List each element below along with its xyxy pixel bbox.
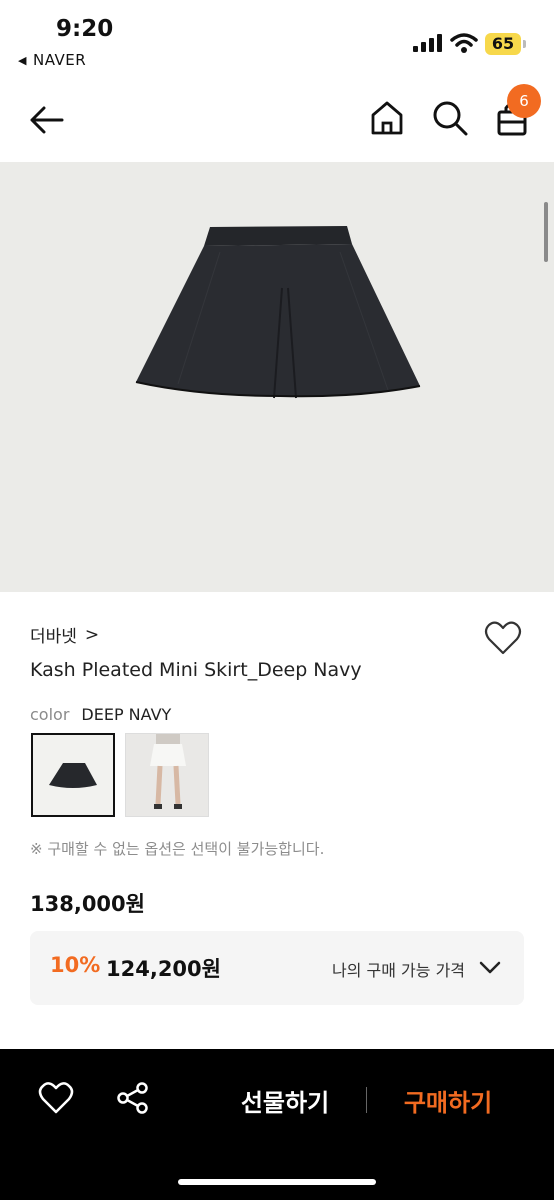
product-image-carousel[interactable] [0, 162, 554, 592]
image-scroll-indicator [544, 202, 548, 262]
home-indicator[interactable] [178, 1179, 376, 1185]
my-price-label: 나의 구매 가능 가격 [332, 961, 466, 980]
back-to-app-link[interactable]: ◀ NAVER [18, 51, 86, 69]
share-icon[interactable] [116, 1081, 150, 1115]
benefit-price-box[interactable]: 10% 124,200원 나의 구매 가능 가격 [30, 931, 524, 1005]
color-swatch-deep-navy[interactable] [31, 733, 115, 817]
wifi-icon [450, 33, 478, 53]
home-icon[interactable] [368, 98, 406, 138]
button-divider [366, 1087, 367, 1113]
original-price: 138,000원 [30, 892, 145, 916]
status-bar: 9:20 ◀ NAVER 65 [0, 0, 554, 80]
selected-color-value: DEEP NAVY [81, 705, 172, 724]
color-label: color [30, 705, 70, 724]
battery-tip [523, 40, 526, 48]
brand-link[interactable]: 더바넷 > [30, 622, 100, 648]
back-triangle-icon: ◀ [18, 53, 27, 67]
buy-button[interactable]: 구매하기 [388, 1083, 508, 1118]
chevron-down-icon [479, 961, 501, 974]
gift-button[interactable]: 선물하기 [220, 1083, 350, 1118]
heart-icon[interactable] [484, 620, 522, 656]
discount-rate: 10% [50, 953, 101, 977]
swatch-skirt-thumbnail [49, 763, 97, 788]
option-notice: ※ 구매할 수 없는 옵션은 선택이 불가능합니다. [30, 840, 325, 858]
back-app-label: NAVER [32, 51, 87, 69]
back-arrow-icon[interactable] [26, 100, 66, 140]
cart-count-badge: 6 [507, 84, 541, 118]
top-navigation [0, 80, 554, 162]
skirt-product-image [135, 226, 421, 399]
search-icon[interactable] [430, 98, 470, 138]
discounted-price: 124,200원 [106, 957, 221, 981]
heart-icon[interactable] [38, 1081, 74, 1115]
product-title: Kash Pleated Mini Skirt_Deep Navy [30, 659, 362, 681]
chevron-right-icon: > [84, 624, 100, 645]
swatch-white-skirt-thumbnail [150, 734, 186, 809]
color-option-row: color DEEP NAVY [30, 705, 171, 724]
color-swatch-white[interactable] [125, 733, 209, 817]
status-time: 9:20 [56, 16, 114, 42]
brand-name: 더바넷 [30, 627, 77, 647]
bottom-action-bar: 선물하기 구매하기 [0, 1049, 554, 1200]
battery-indicator: 65 [485, 33, 521, 55]
cellular-signal-icon [413, 34, 442, 52]
